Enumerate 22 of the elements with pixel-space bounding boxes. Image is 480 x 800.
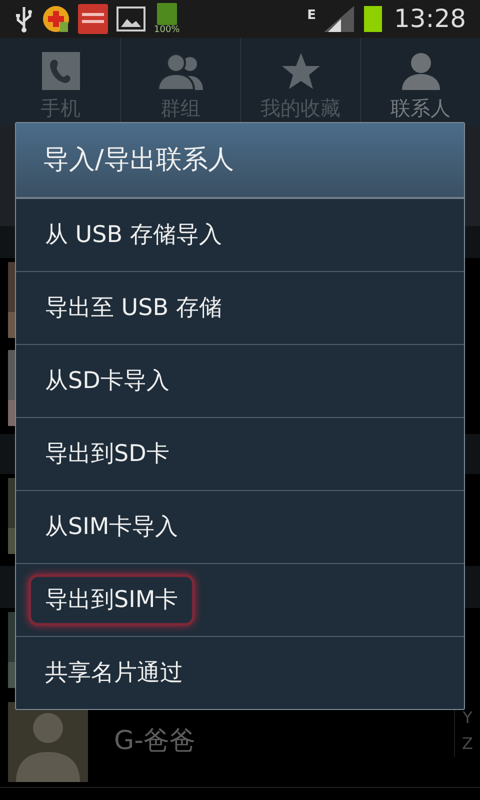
clock: 13:28 (394, 3, 466, 36)
menu-item[interactable]: 从SIM卡导入 (28, 500, 196, 554)
usb-icon (14, 5, 34, 33)
network-type: E (307, 7, 316, 25)
menu-item[interactable]: 从 USB 存储导入 (28, 208, 239, 262)
avatar-icon (8, 702, 88, 782)
menu-item[interactable]: 导出到SIM卡 (28, 574, 196, 626)
menu-item[interactable]: 共享名片通过 (28, 646, 200, 700)
dialog-title: 导入/导出联系人 (43, 144, 234, 176)
battery-label: 100% (154, 25, 180, 35)
app-icon (78, 4, 108, 34)
phone-icon (42, 52, 80, 90)
menu-item[interactable]: 从SD卡导入 (28, 354, 186, 408)
star-icon (280, 52, 320, 90)
battery-icon (364, 6, 382, 32)
plus-app-icon (42, 5, 70, 33)
image-icon (116, 6, 146, 32)
signal-icon (324, 6, 354, 32)
menu-item[interactable]: 导出到SD卡 (28, 428, 186, 480)
menu-item[interactable]: 导出至 USB 存储 (28, 282, 239, 334)
battery-icon (156, 3, 177, 25)
person-icon (400, 52, 440, 90)
